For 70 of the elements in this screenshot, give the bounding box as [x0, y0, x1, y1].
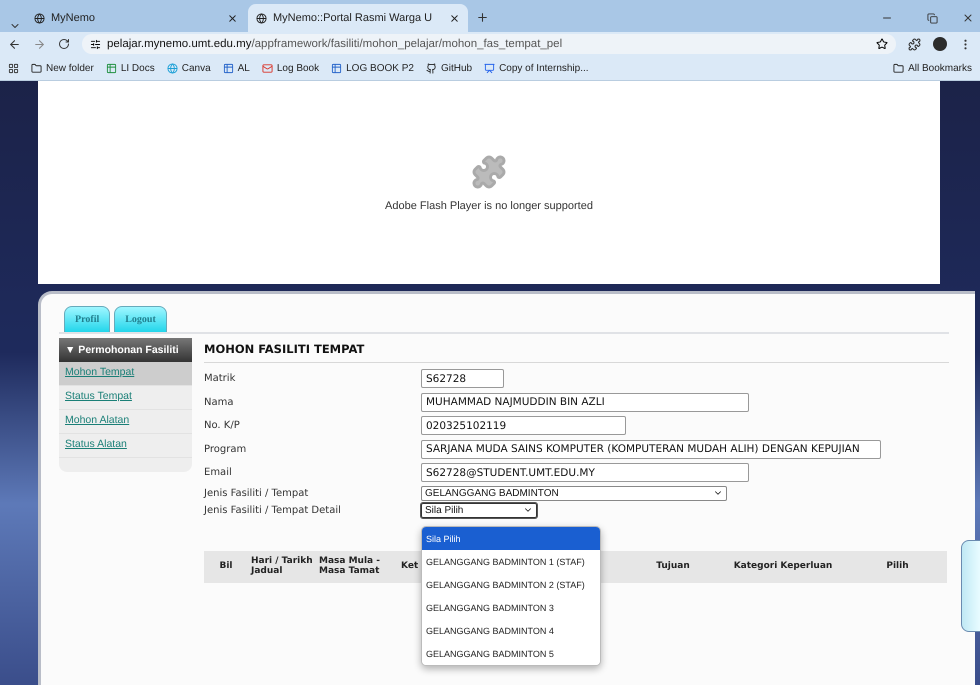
browser-tab[interactable]: MyNemo: [26, 4, 246, 32]
text-field[interactable]: SARJANA MUDA SAINS KOMPUTER (KOMPUTERAN MUDAH ALIH) DENGAN KEPUJIAN: [421, 440, 881, 459]
form-title: MOHON FASILITI TEMPAT: [204, 338, 949, 363]
column-header: Hari / Tarikh Jadual: [251, 556, 313, 576]
bookmark[interactable]: Log Book: [262, 62, 320, 74]
globe-icon: [256, 12, 267, 24]
new-tab-icon[interactable]: [476, 11, 489, 24]
sheet-icon: [331, 62, 342, 74]
sheet-icon: [222, 62, 234, 74]
text-field[interactable]: S62728@STUDENT.UMT.EDU.MY: [421, 463, 749, 482]
bookmark[interactable]: New folder: [31, 62, 94, 74]
flash-message: Adobe Flash Player is no longer supported: [385, 200, 593, 212]
field-label: Jenis Fasiliti / Tempat Detail: [204, 504, 342, 516]
bookmark[interactable]: Canva: [166, 62, 211, 74]
column-header: Bil: [219, 562, 233, 572]
text-field[interactable]: MUHAMMAD NAJMUDDIN BIN AZLI: [421, 392, 749, 412]
tab-title: MyNemo::Portal Rasmi Warga U: [273, 12, 434, 24]
select-field[interactable]: GELANGGANG BADMINTON: [421, 486, 727, 500]
dropdown-option[interactable]: GELANGGANG BADMINTON 1 (STAF): [422, 550, 600, 573]
field-label: Jenis Fasiliti / Tempat: [204, 488, 310, 498]
forward-icon[interactable]: [33, 38, 46, 50]
column-header: Pilih: [886, 562, 909, 572]
column-header: Masa Mula - Masa Tamat: [319, 556, 381, 576]
field-label: Email: [204, 467, 233, 478]
profile-avatar[interactable]: [933, 37, 947, 51]
back-icon[interactable]: [8, 38, 21, 50]
column-header: Kategori Keperluan: [734, 562, 832, 572]
globe-icon: [34, 12, 45, 24]
dropdown-option[interactable]: GELANGGANG BADMINTON 4: [422, 619, 600, 642]
browser-tab[interactable]: MyNemo::Portal Rasmi Warga U: [248, 4, 468, 32]
text-field[interactable]: S62728: [421, 369, 504, 388]
folder-icon: [31, 62, 42, 74]
close-icon[interactable]: [962, 12, 974, 24]
url-text: pelajar.mynemo.umt.edu.my/appframework/fasiliti/mohon_pelajar/mohon_fas_tempat_pel: [107, 38, 564, 50]
all-bookmarks[interactable]: All Bookmarks: [893, 62, 972, 74]
extensions-icon[interactable]: [908, 38, 921, 50]
sidebar-heading: ▼ Permohonan Fasiliti: [59, 338, 192, 362]
bookmark[interactable]: Copy of Internship...: [484, 62, 589, 74]
dropdown-option[interactable]: Sila Pilih: [422, 527, 600, 550]
reload-icon[interactable]: [58, 38, 70, 50]
sheet-icon: [106, 62, 117, 74]
dropdown-option[interactable]: GELANGGANG BADMINTON 5: [422, 642, 600, 665]
column-header: Tujuan: [656, 562, 690, 572]
text-field[interactable]: 020325102119: [421, 416, 626, 436]
dropdown-option[interactable]: GELANGGANG BADMINTON 2 (STAF): [422, 573, 600, 596]
field-label: Nama: [204, 396, 234, 408]
slides-icon: [484, 62, 496, 74]
star-icon[interactable]: [876, 38, 888, 50]
bookmark[interactable]: LOG BOOK P2: [331, 62, 414, 74]
close-icon[interactable]: [227, 12, 238, 24]
column-header: Ket: [401, 562, 418, 572]
bookmark[interactable]: LI Docs: [106, 62, 155, 74]
select-field[interactable]: Sila Pilih: [421, 502, 537, 518]
field-label: No. K/P: [204, 420, 241, 432]
plugin-icon: [471, 154, 507, 190]
bookmark[interactable]: GitHub: [426, 62, 472, 74]
mail-icon: [262, 62, 273, 74]
tab-title: MyNemo: [51, 12, 96, 24]
address-bar[interactable]: pelajar.mynemo.umt.edu.my/appframework/fasiliti/mohon_pelajar/mohon_fas_tempat_pel: [82, 34, 896, 54]
field-label: Program: [204, 444, 248, 455]
apps-icon[interactable]: [8, 62, 19, 74]
restore-icon[interactable]: [927, 13, 938, 24]
github-icon: [426, 62, 437, 74]
site-info-icon[interactable]: [90, 38, 101, 50]
globe-icon: [166, 62, 178, 74]
close-icon[interactable]: [449, 12, 460, 24]
dropdown-option[interactable]: GELANGGANG BADMINTON 3: [422, 596, 600, 619]
field-label: Matrik: [204, 373, 236, 384]
folder-icon: [893, 62, 904, 74]
bookmark[interactable]: AL: [222, 62, 250, 74]
